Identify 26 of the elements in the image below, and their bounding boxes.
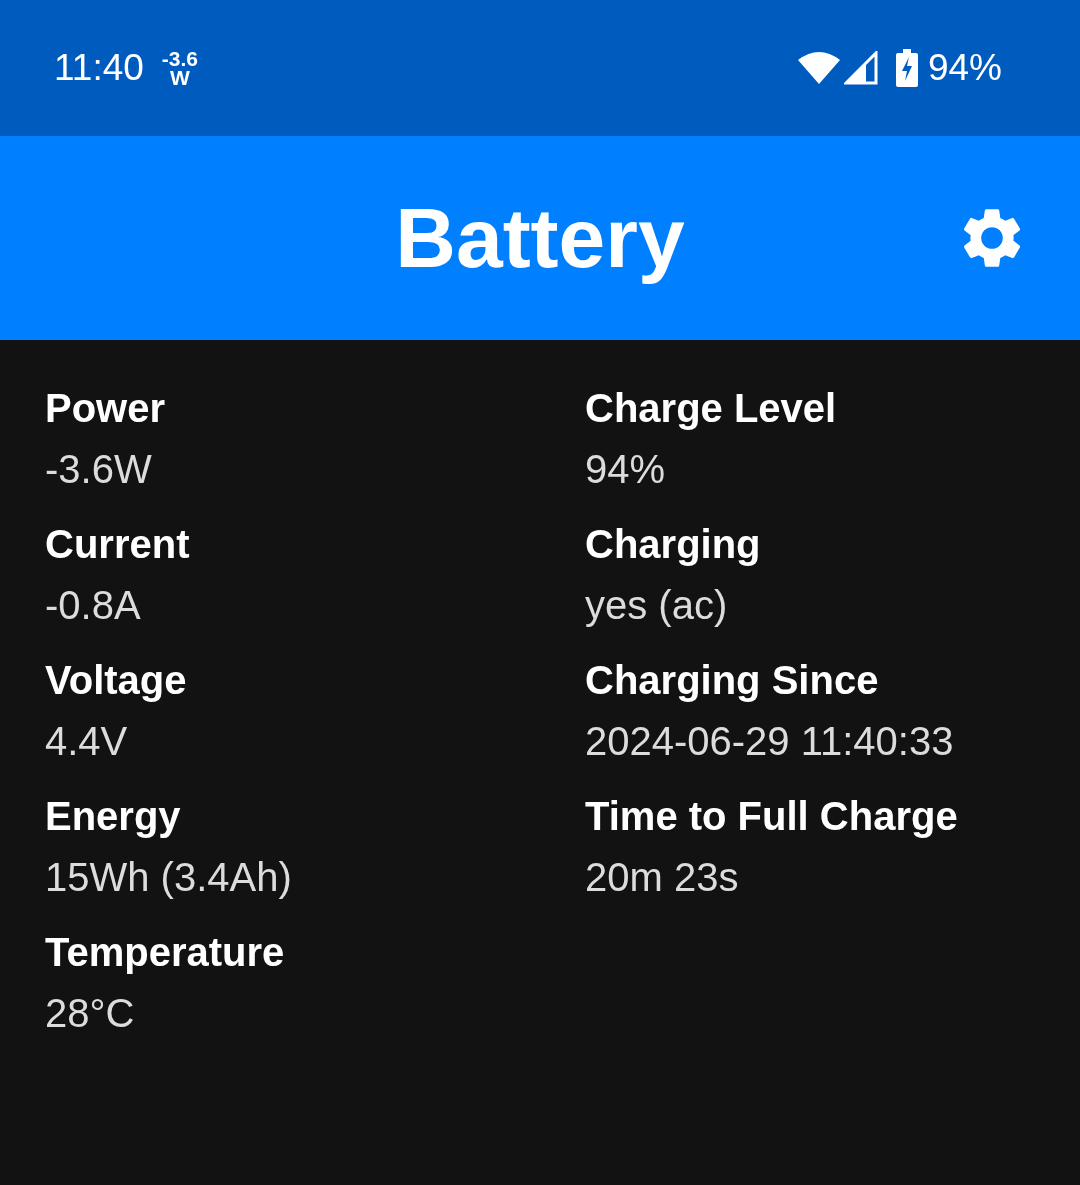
stat-value: yes (ac) [585, 582, 729, 629]
wifi-icon [797, 52, 840, 84]
stat-label: Charging Since [585, 657, 880, 704]
status-time: 11:40 [54, 47, 144, 89]
power-reading: -3.6 [161, 49, 199, 68]
stat-label: Energy [45, 793, 182, 840]
stat-value: 20m 23s [585, 854, 740, 901]
battery-percent: 94% [927, 47, 1002, 89]
stat-label: Charging [585, 521, 762, 568]
power-unit: W [170, 68, 190, 87]
stat-label: Charge Level [585, 385, 838, 432]
stat-label: Power [45, 385, 167, 432]
stat-label: Voltage [45, 657, 188, 704]
stat-value: 15Wh (3.4Ah) [45, 854, 293, 901]
stat-label: Time to Full Charge [585, 793, 959, 840]
stat-value: 28°C [45, 990, 136, 1037]
stat-value: 4.4V [45, 718, 129, 765]
stat-label: Current [45, 521, 191, 568]
stat-value: 2024-06-29 11:40:33 [585, 718, 955, 765]
app-title: Battery [395, 189, 685, 287]
battery-charging-icon [895, 49, 918, 87]
stat-value: -0.8A [45, 582, 142, 629]
stat-label: Temperature [45, 929, 286, 976]
stat-value: -3.6W [45, 446, 153, 493]
signal-icon [843, 51, 878, 85]
stat-value: 94% [585, 446, 667, 493]
